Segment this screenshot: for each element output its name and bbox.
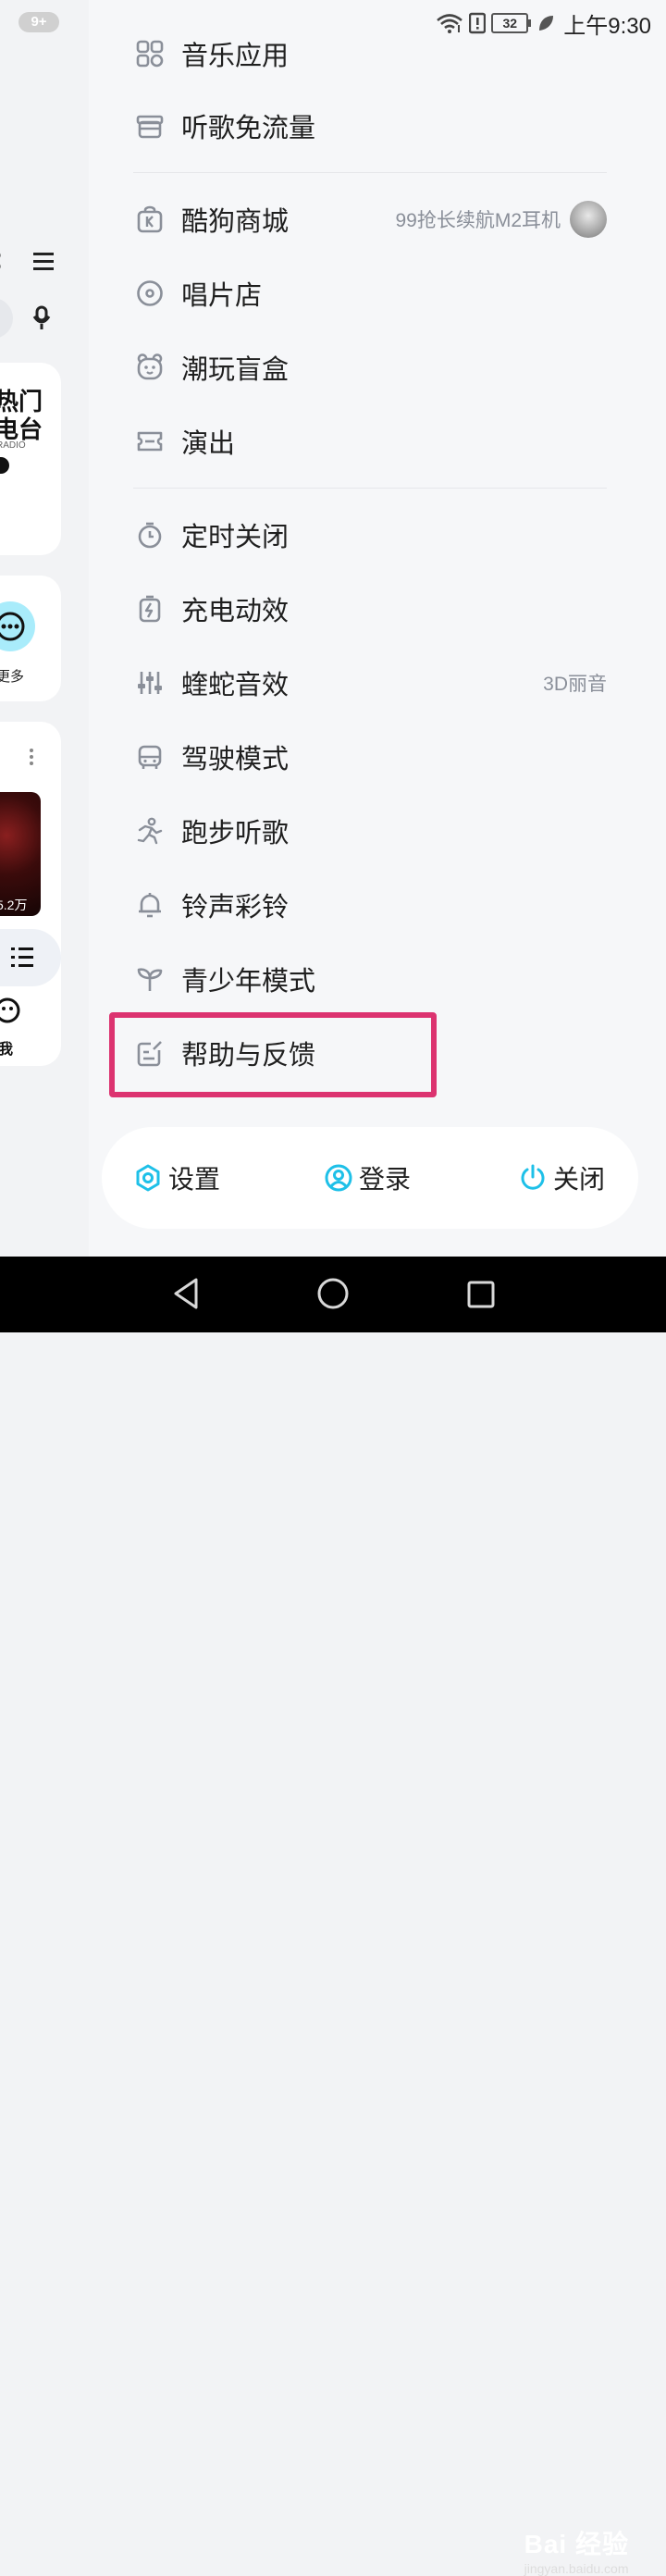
gift-box-icon bbox=[135, 111, 165, 141]
menu-item-label: 铃声彩铃 bbox=[181, 893, 290, 923]
close-app-button[interactable]: 关闭 bbox=[518, 1127, 605, 1229]
battery-icon: 32 bbox=[491, 13, 532, 33]
bell-icon bbox=[135, 890, 165, 920]
vinyl-record-icon bbox=[135, 279, 165, 308]
running-person-icon bbox=[135, 816, 165, 846]
settings-hexagon-icon bbox=[133, 1163, 163, 1193]
menu-divider bbox=[133, 488, 607, 489]
system-nav-bar: Bai 经验 jingyan.baidu.com bbox=[0, 1257, 666, 2576]
watermark-brand: Bai 经验 bbox=[524, 2530, 629, 2558]
settings-button[interactable]: 设置 bbox=[133, 1127, 220, 1229]
menu-item-charging-effect[interactable]: 充电动效 bbox=[133, 572, 607, 646]
recents-button[interactable] bbox=[467, 1281, 495, 1308]
ticket-icon bbox=[135, 427, 165, 456]
leaf-icon bbox=[537, 14, 554, 32]
notification-badge: 9+ bbox=[18, 12, 59, 32]
drawer-footer-bar: 设置 登录 关闭 bbox=[102, 1127, 638, 1229]
settings-label: 设置 bbox=[168, 1165, 221, 1194]
sprout-icon bbox=[135, 964, 165, 994]
charging-battery-icon bbox=[135, 594, 165, 624]
menu-item-running-music[interactable]: 跑步听歌 bbox=[133, 794, 607, 868]
sound-effect-value: 3D丽音 bbox=[543, 674, 607, 695]
kebab-icon[interactable] bbox=[30, 748, 33, 766]
mic-icon[interactable] bbox=[31, 305, 56, 331]
menu-divider bbox=[133, 172, 607, 173]
login-label: 登录 bbox=[359, 1165, 412, 1194]
search-bar-edge[interactable] bbox=[0, 298, 13, 339]
menu-item-label: 唱片店 bbox=[181, 281, 263, 311]
menu-item-free-data[interactable]: 听歌免流量 bbox=[133, 89, 607, 163]
baidu-jingyan-watermark: Bai 经验 jingyan.baidu.com bbox=[524, 2524, 629, 2576]
menu-item-shows[interactable]: 演出 bbox=[133, 404, 607, 478]
close-label: 关闭 bbox=[553, 1165, 606, 1194]
alert-icon bbox=[469, 12, 487, 34]
share-icon[interactable] bbox=[0, 250, 6, 272]
power-icon bbox=[518, 1163, 548, 1193]
equalizer-sliders-icon bbox=[135, 668, 165, 698]
playlist-icon[interactable] bbox=[11, 946, 33, 968]
menu-item-label: 听歌免流量 bbox=[181, 114, 316, 143]
car-icon bbox=[135, 742, 165, 772]
menu-item-label: 潮玩盲盒 bbox=[181, 355, 290, 385]
menu-icon[interactable] bbox=[33, 252, 54, 270]
menu-item-label: 青少年模式 bbox=[181, 967, 316, 997]
back-button[interactable] bbox=[172, 1277, 200, 1310]
menu-item-label: 演出 bbox=[181, 429, 236, 459]
background-app: 热门 电台 RADIO 更多 5.2万 我 bbox=[0, 0, 102, 1257]
status-bar: 9+ 32 上午9:30 bbox=[0, 0, 666, 46]
shopping-bag-icon bbox=[135, 204, 165, 234]
timer-icon bbox=[135, 520, 165, 550]
menu-item-sleep-timer[interactable]: 定时关闭 bbox=[133, 498, 607, 572]
menu-item-label: 充电动效 bbox=[181, 597, 290, 626]
menu-item-driving-mode[interactable]: 驾驶模式 bbox=[133, 720, 607, 794]
watermark-url: jingyan.baidu.com bbox=[524, 2561, 629, 2576]
radio-subtitle: RADIO bbox=[0, 440, 26, 451]
clock-time: 上午9:30 bbox=[563, 13, 651, 39]
menu-item-label: 定时关闭 bbox=[181, 523, 290, 552]
menu-item-blind-box[interactable]: 潮玩盲盒 bbox=[133, 330, 607, 404]
side-drawer: 音乐应用 听歌免流量 酷狗商城 99抢长续航M2耳机 唱片店 潮玩盲盒 演出 定… bbox=[89, 0, 666, 1257]
promo-thumbnail bbox=[570, 201, 607, 238]
menu-item-label: 跑步听歌 bbox=[181, 819, 290, 848]
menu-item-viper-sound[interactable]: 蝰蛇音效 3D丽音 bbox=[133, 646, 607, 720]
bear-face-icon bbox=[135, 353, 165, 382]
me-icon[interactable] bbox=[0, 997, 20, 1023]
highlight-annotation-box bbox=[109, 1012, 437, 1097]
login-button[interactable]: 登录 bbox=[324, 1127, 411, 1229]
play-count: 5.2万 bbox=[0, 898, 28, 912]
menu-item-ringtones[interactable]: 铃声彩铃 bbox=[133, 868, 607, 942]
menu-item-label: 酷狗商城 bbox=[181, 207, 290, 237]
me-label: 我 bbox=[0, 1042, 14, 1058]
user-icon bbox=[324, 1163, 353, 1193]
wifi-icon bbox=[436, 12, 463, 34]
menu-item-label: 蝰蛇音效 bbox=[181, 671, 290, 700]
more-label: 更多 bbox=[0, 669, 25, 685]
menu-item-mall[interactable]: 酷狗商城 99抢长续航M2耳机 bbox=[133, 182, 607, 256]
menu-item-record-store[interactable]: 唱片店 bbox=[133, 256, 607, 330]
menu-item-teen-mode[interactable]: 青少年模式 bbox=[133, 942, 607, 1016]
home-button[interactable] bbox=[317, 1278, 349, 1309]
menu-item-label: 驾驶模式 bbox=[181, 745, 290, 774]
mall-promo-text: 99抢长续航M2耳机 bbox=[395, 210, 561, 231]
